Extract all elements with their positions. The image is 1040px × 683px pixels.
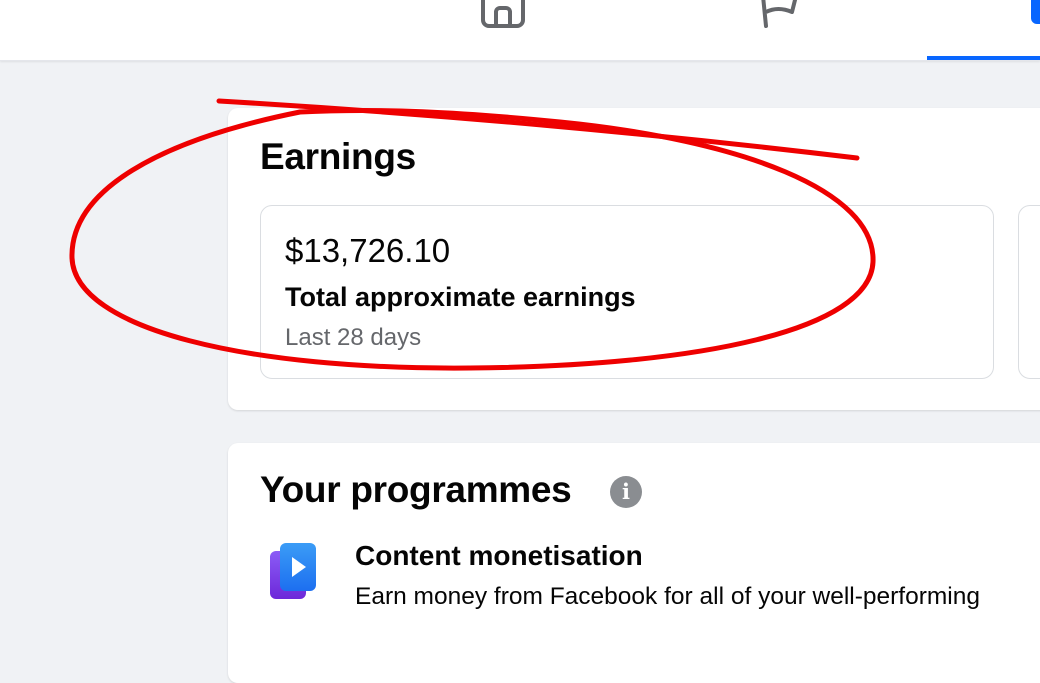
home-icon[interactable] bbox=[480, 0, 528, 30]
active-tab-indicator bbox=[927, 56, 1040, 60]
earnings-card: Earnings $13,726.10 Total approximate ea… bbox=[228, 108, 1040, 410]
earnings-title: Earnings bbox=[260, 136, 416, 177]
info-icon[interactable]: i bbox=[610, 476, 642, 508]
content-monetisation-icon bbox=[270, 543, 316, 599]
active-tab-icon[interactable] bbox=[1031, 0, 1040, 24]
earnings-amount: $13,726.10 bbox=[285, 232, 451, 269]
flag-icon[interactable] bbox=[756, 0, 804, 30]
programmes-card: Your programmes i Content monetisation E… bbox=[228, 443, 1040, 683]
top-navigation-bar bbox=[0, 0, 1040, 61]
programme-description: Earn money from Facebook for all of your… bbox=[355, 583, 981, 610]
next-stat-tile[interactable] bbox=[1018, 205, 1040, 379]
earnings-period: Last 28 days bbox=[285, 324, 422, 351]
programmes-title: Your programmes bbox=[260, 469, 572, 510]
earnings-label: Total approximate earnings bbox=[285, 282, 636, 312]
total-earnings-tile[interactable]: $13,726.10 Total approximate earnings La… bbox=[260, 205, 994, 379]
programme-title: Content monetisation bbox=[355, 540, 643, 571]
